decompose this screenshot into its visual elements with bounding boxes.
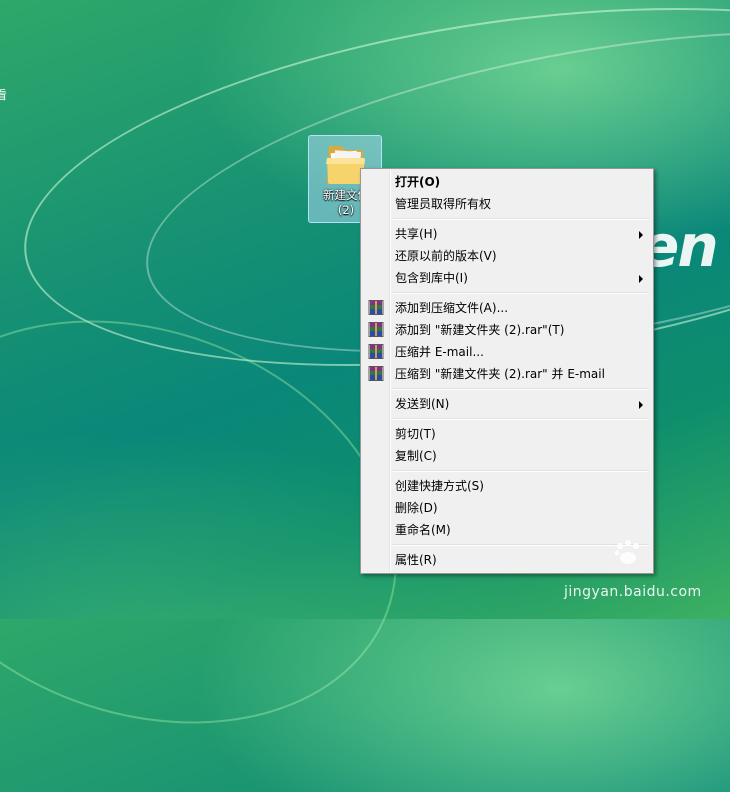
menu-item-take-ownership[interactable]: 管理员取得所有权 — [363, 193, 651, 215]
menu-item-label: 压缩并 E-mail... — [395, 345, 484, 359]
menu-item-restore-previous-versions[interactable]: 还原以前的版本(V) — [363, 245, 651, 267]
menu-item-label: 包含到库中(I) — [395, 271, 468, 285]
menu-item-delete[interactable]: 删除(D) — [363, 497, 651, 519]
context-menu: 打开(O) 管理员取得所有权 共享(H) 还原以前的版本(V) 包含到库中(I)… — [360, 168, 654, 574]
submenu-arrow-icon — [639, 275, 643, 283]
menu-item-add-to-archive[interactable]: 添加到压缩文件(A)... — [363, 297, 651, 319]
winrar-icon — [368, 322, 384, 337]
menu-item-label: 复制(C) — [395, 449, 437, 463]
menu-item-add-to-named-rar[interactable]: 添加到 "新建文件夹 (2).rar"(T) — [363, 319, 651, 341]
menu-item-label: 添加到压缩文件(A)... — [395, 301, 509, 315]
submenu-arrow-icon — [639, 231, 643, 239]
menu-separator — [393, 470, 649, 472]
menu-item-label: 共享(H) — [395, 227, 438, 241]
winrar-icon — [368, 344, 384, 359]
menu-item-cut[interactable]: 剪切(T) — [363, 423, 651, 445]
menu-item-compress-and-email[interactable]: 压缩并 E-mail... — [363, 341, 651, 363]
menu-item-label: 剪切(T) — [395, 427, 436, 441]
menu-separator — [393, 218, 649, 220]
menu-item-share[interactable]: 共享(H) — [363, 223, 651, 245]
menu-item-label: 属性(R) — [395, 553, 437, 567]
submenu-arrow-icon — [639, 401, 643, 409]
menu-item-create-shortcut[interactable]: 创建快捷方式(S) — [363, 475, 651, 497]
baidu-jingyan-watermark: jingyan.baidu.com — [560, 538, 730, 608]
baidu-paw-logo-icon — [614, 540, 639, 564]
menu-item-send-to[interactable]: 发送到(N) — [363, 393, 651, 415]
winrar-icon — [368, 300, 384, 315]
menu-separator — [393, 388, 649, 390]
menu-item-label: 还原以前的版本(V) — [395, 249, 497, 263]
menu-item-label: 压缩到 "新建文件夹 (2).rar" 并 E-mail — [395, 367, 605, 381]
menu-item-compress-to-rar-and-email[interactable]: 压缩到 "新建文件夹 (2).rar" 并 E-mail — [363, 363, 651, 385]
menu-item-label: 创建快捷方式(S) — [395, 479, 484, 493]
winrar-icon — [368, 366, 384, 381]
menu-item-label: 添加到 "新建文件夹 (2).rar"(T) — [395, 323, 565, 337]
menu-item-copy[interactable]: 复制(C) — [363, 445, 651, 467]
menu-item-label: 打开(O) — [395, 175, 441, 189]
menu-item-label: 重命名(M) — [395, 523, 451, 537]
menu-separator — [393, 418, 649, 420]
watermark-url: jingyan.baidu.com — [564, 584, 702, 600]
menu-item-open[interactable]: 打开(O) — [363, 171, 651, 193]
folder-label-line2: (2) — [337, 203, 355, 217]
menu-item-label: 管理员取得所有权 — [395, 197, 492, 211]
menu-item-label: 删除(D) — [395, 501, 438, 515]
menu-item-include-in-library[interactable]: 包含到库中(I) — [363, 267, 651, 289]
menu-separator — [393, 292, 649, 294]
desktop-icon-partial-label: 看 — [0, 88, 8, 102]
menu-item-label: 发送到(N) — [395, 397, 450, 411]
